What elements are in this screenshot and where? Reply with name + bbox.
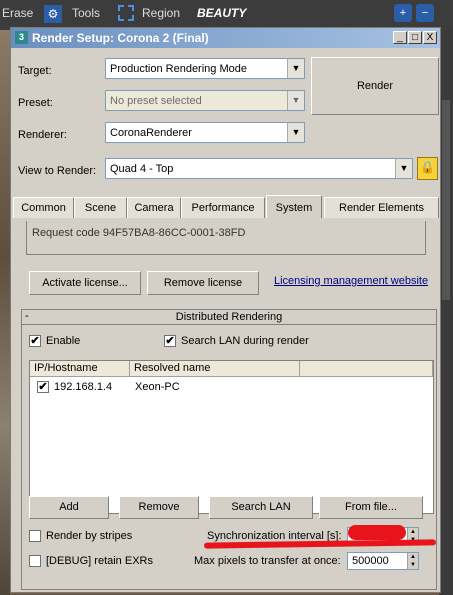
max-pixels-value[interactable]: 500000: [352, 555, 389, 567]
tab-camera[interactable]: Camera: [127, 197, 181, 218]
enable-label: Enable: [46, 335, 81, 347]
remove-button[interactable]: Remove: [119, 496, 199, 519]
spinner-arrows-icon[interactable]: ▲▼: [407, 553, 418, 569]
render-setup-window: 3 Render Setup: Corona 2 (Final) _ □ X T…: [10, 27, 441, 593]
remove-license-button[interactable]: Remove license: [147, 271, 259, 295]
target-label: Target:: [18, 65, 52, 77]
rollout-title: Distributed Rendering: [175, 311, 283, 323]
region-icon[interactable]: [118, 5, 134, 21]
preset-dropdown[interactable]: No preset selected ▼: [105, 90, 305, 111]
title-bar[interactable]: 3 Render Setup: Corona 2 (Final) _ □ X: [11, 28, 440, 48]
erase-menu[interactable]: Erase: [2, 6, 33, 20]
column-empty: [300, 361, 433, 377]
tab-performance[interactable]: Performance: [181, 197, 265, 218]
host-checkbox[interactable]: ✔: [37, 381, 49, 393]
table-row[interactable]: ✔ 192.168.1.4 Xeon-PC: [30, 379, 430, 397]
target-value: Production Rendering Mode: [110, 63, 247, 75]
add-button[interactable]: Add: [29, 496, 109, 519]
chevron-down-icon[interactable]: ▼: [287, 123, 304, 142]
view-to-render-dropdown[interactable]: Quad 4 - Top ▼: [105, 158, 413, 179]
dr-host-list[interactable]: IP/Hostname Resolved name ✔ 192.168.1.4 …: [29, 360, 434, 514]
chevron-down-icon[interactable]: ▼: [287, 59, 304, 78]
render-by-stripes-checkbox[interactable]: [29, 530, 41, 542]
zoom-out-icon[interactable]: −: [416, 4, 434, 22]
zoom-in-icon[interactable]: +: [394, 4, 412, 22]
target-dropdown[interactable]: Production Rendering Mode ▼: [105, 58, 305, 79]
tab-common[interactable]: Common: [13, 197, 74, 218]
debug-retain-exrs-checkbox[interactable]: [29, 555, 41, 567]
view-to-render-value: Quad 4 - Top: [110, 163, 174, 175]
region-menu[interactable]: Region: [142, 6, 180, 20]
max-pixels-spinner[interactable]: 500000 ▲ ▼: [347, 552, 419, 570]
preset-label: Preset:: [18, 97, 53, 109]
minimize-button[interactable]: _: [393, 31, 407, 44]
render-by-stripes-label: Render by stripes: [46, 530, 133, 542]
maximize-button[interactable]: □: [408, 31, 422, 44]
host-scrollbar[interactable]: [439, 30, 453, 595]
close-button[interactable]: X: [423, 31, 437, 44]
search-lan-label: Search LAN during render: [181, 335, 309, 347]
viewport-background: [0, 30, 10, 595]
activate-license-button[interactable]: Activate license...: [29, 271, 141, 295]
chevron-down-icon[interactable]: ▼: [287, 91, 304, 110]
host-resolved-name: Xeon-PC: [135, 381, 180, 393]
gear-icon[interactable]: ⚙: [44, 5, 62, 23]
request-code: Request code 94F57BA8-86CC-0001-38FD: [32, 227, 246, 239]
tab-system[interactable]: System: [266, 195, 322, 218]
debug-retain-exrs-label: [DEBUG] retain EXRs: [46, 555, 153, 567]
renderer-value: CoronaRenderer: [110, 127, 192, 139]
column-resolved-name[interactable]: Resolved name: [130, 361, 300, 377]
request-code-box: Request code 94F57BA8-86CC-0001-38FD: [26, 221, 426, 255]
tab-scene[interactable]: Scene: [74, 197, 127, 218]
scrollbar-thumb[interactable]: [442, 100, 450, 300]
search-lan-checkbox[interactable]: ✔: [164, 335, 176, 347]
renderer-label: Renderer:: [18, 129, 67, 141]
tab-render-elements[interactable]: Render Elements: [324, 197, 439, 218]
view-to-render-label: View to Render:: [18, 165, 97, 177]
licensing-website-link[interactable]: Licensing management website: [274, 275, 428, 287]
host-toolbar: Erase ⚙ Tools Region BEAUTY + −: [0, 0, 453, 30]
distributed-rendering-header[interactable]: - Distributed Rendering: [21, 309, 437, 325]
lock-icon[interactable]: 🔒: [417, 157, 438, 180]
preset-value: No preset selected: [110, 95, 202, 107]
host-ip: 192.168.1.4: [54, 381, 113, 393]
render-button[interactable]: Render: [311, 57, 439, 115]
from-file-button[interactable]: From file...: [319, 496, 423, 519]
chevron-down-icon[interactable]: ▼: [395, 159, 412, 178]
enable-checkbox[interactable]: ✔: [29, 335, 41, 347]
renderer-dropdown[interactable]: CoronaRenderer ▼: [105, 122, 305, 143]
max-pixels-label: Max pixels to transfer at once:: [194, 555, 341, 567]
column-ip-hostname[interactable]: IP/Hostname: [30, 361, 130, 377]
search-lan-button[interactable]: Search LAN: [209, 496, 313, 519]
window-title: Render Setup: Corona 2 (Final): [32, 31, 209, 45]
beauty-label: BEAUTY: [197, 6, 247, 20]
redaction-mark: [348, 525, 406, 540]
max-logo-icon: 3: [15, 31, 28, 44]
tools-menu[interactable]: Tools: [72, 6, 100, 20]
